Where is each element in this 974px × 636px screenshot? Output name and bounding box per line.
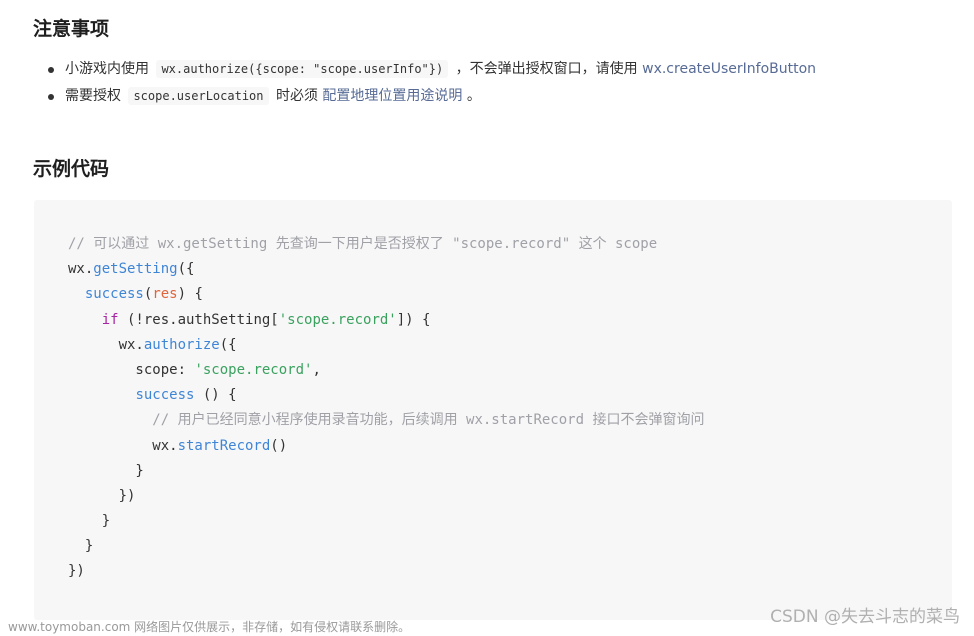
code-token-plain: wx. xyxy=(68,336,144,353)
inline-code: wx.authorize({scope: "scope.userInfo"}) xyxy=(156,60,449,78)
code-line: if (!res.authSetting['scope.record']) { xyxy=(68,308,704,333)
code-token-plain: } xyxy=(68,513,111,530)
note-text-middle: ，不会弹出授权窗口，请使用 xyxy=(455,61,638,77)
code-line: wx.authorize({ xyxy=(68,333,704,358)
code-line: wx.getSetting({ xyxy=(68,257,704,282)
code-token-fn: getSetting xyxy=(93,261,178,278)
code-token-plain: }) xyxy=(68,563,85,580)
code-token-plain: wx. xyxy=(68,437,178,454)
code-token-plain: wx. xyxy=(68,261,94,278)
code-line: } xyxy=(68,534,704,559)
notes-list: 小游戏内使用 wx.authorize({scope: "scope.userI… xyxy=(45,58,816,112)
note-text-middle: 时必须 xyxy=(275,88,318,104)
bullet-dot-icon xyxy=(48,67,54,73)
code-line: } xyxy=(68,459,704,484)
code-token-plain: ({ xyxy=(177,261,195,278)
inline-code: scope.userLocation xyxy=(128,87,269,105)
code-token-plain: , xyxy=(312,361,321,378)
code-line: } xyxy=(68,509,704,534)
code-line: }) xyxy=(68,559,704,584)
code-lines: // 可以通过 wx.getSetting 先查询一下用户是否授权了 "scop… xyxy=(68,232,704,585)
code-token-plain: } xyxy=(68,462,144,479)
list-item: 需要授权 scope.userLocation 时必须 配置地理位置用途说明 。 xyxy=(45,85,816,112)
list-item: 小游戏内使用 wx.authorize({scope: "scope.userI… xyxy=(45,58,816,85)
code-token-fn: success xyxy=(84,286,144,303)
code-token-fn: startRecord xyxy=(177,437,271,454)
author-watermark: CSDN @失去斗志的菜鸟 xyxy=(770,607,960,627)
note-text-before: 小游戏内使用 xyxy=(65,61,149,77)
code-line: success () { xyxy=(68,383,704,408)
location-usage-config-link[interactable]: 配置地理位置用途说明 xyxy=(322,88,462,104)
code-line: // 用户已经同意小程序使用录音功能，后续调用 wx.startRecord 接… xyxy=(68,408,704,433)
code-token-plain: scope: xyxy=(68,361,195,378)
note-text-after: 。 xyxy=(466,88,481,104)
notes-heading: 注意事项 xyxy=(33,18,110,40)
code-token-string: 'scope.record' xyxy=(194,361,313,378)
code-block[interactable]: // 可以通过 wx.getSetting 先查询一下用户是否授权了 "scop… xyxy=(34,200,952,620)
code-token-plain: () xyxy=(270,437,288,454)
code-token-plain: } xyxy=(68,538,94,555)
code-token-plain: }) xyxy=(68,487,136,504)
note-text-before: 需要授权 xyxy=(65,88,121,104)
code-line: success(res) { xyxy=(68,282,704,307)
code-token-plain: () { xyxy=(194,387,237,404)
example-heading: 示例代码 xyxy=(33,158,110,180)
bullet-dot-icon xyxy=(48,94,54,100)
code-token-param: res xyxy=(152,286,178,303)
code-token-string: 'scope.record' xyxy=(278,311,397,328)
create-user-info-button-link[interactable]: wx.createUserInfoButton xyxy=(642,61,816,77)
doc-page: 注意事项 小游戏内使用 wx.authorize({scope: "scope.… xyxy=(0,0,974,636)
code-line: scope: 'scope.record', xyxy=(68,358,704,383)
code-token-fn: success xyxy=(135,387,195,404)
source-watermark: www.toymoban.com 网络图片仅供展示，非存储，如有侵权请联系删除。 xyxy=(8,620,411,634)
code-token-plain: ) { xyxy=(177,286,203,303)
code-token-plain: ]) { xyxy=(396,311,431,328)
code-line: wx.startRecord() xyxy=(68,434,704,459)
code-line: }) xyxy=(68,484,704,509)
code-line: // 可以通过 wx.getSetting 先查询一下用户是否授权了 "scop… xyxy=(68,232,704,257)
code-token-fn: authorize xyxy=(143,336,220,353)
code-token-keyword: if xyxy=(101,311,119,328)
code-token-comment: // 可以通过 wx.getSetting 先查询一下用户是否授权了 "scop… xyxy=(68,236,658,252)
code-token-plain: ({ xyxy=(219,336,237,353)
code-token-comment: // 用户已经同意小程序使用录音功能，后续调用 wx.startRecord 接… xyxy=(152,412,705,429)
code-token-plain: (!res.authSetting[ xyxy=(118,311,279,328)
